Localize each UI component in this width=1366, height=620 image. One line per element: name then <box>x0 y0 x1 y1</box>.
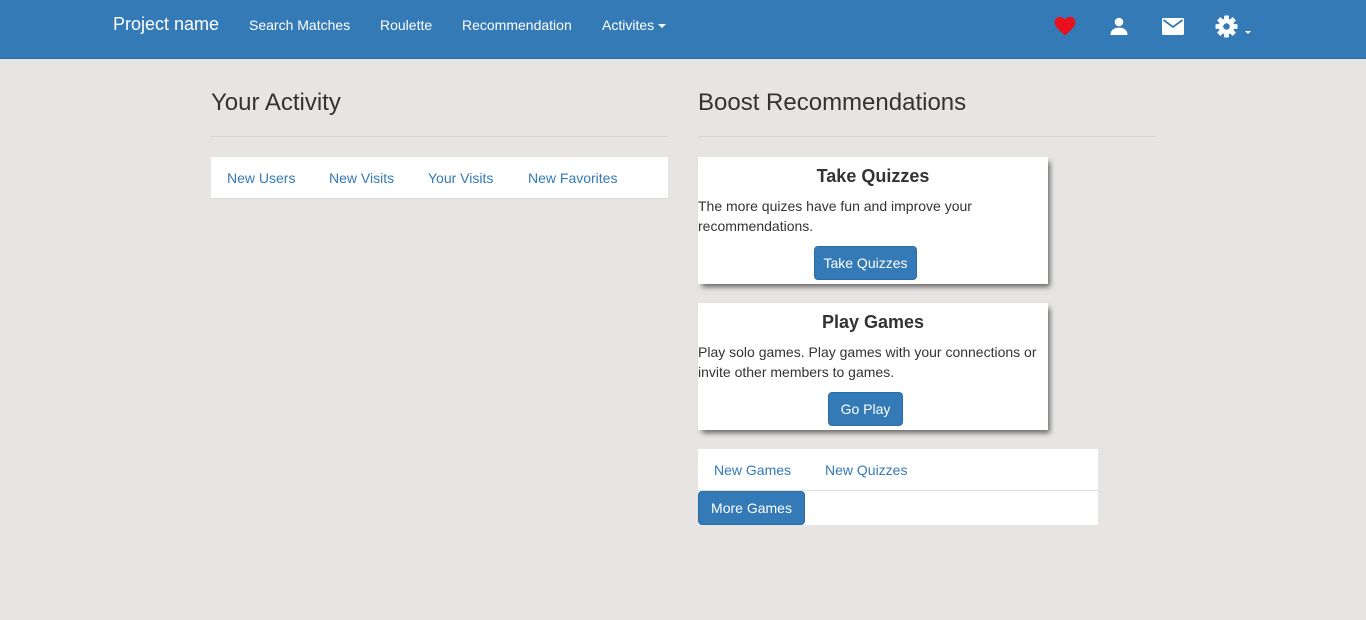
tab-new-visits[interactable]: New Visits <box>329 170 394 186</box>
nav-activites-label: Activites <box>602 17 655 33</box>
play-games-text: Play solo games. Play games with your co… <box>698 344 1037 380</box>
boost-divider <box>698 136 1156 137</box>
your-activity-heading: Your Activity <box>211 89 341 116</box>
play-games-title: Play Games <box>821 312 925 332</box>
nav-activites-dropdown[interactable]: Activites <box>602 17 667 33</box>
take-quizzes-text: The more quizes have fun and improve you… <box>698 198 972 234</box>
activity-divider <box>211 136 668 137</box>
heart-icon[interactable] <box>1054 16 1076 36</box>
tab-new-users[interactable]: New Users <box>227 170 295 186</box>
go-play-button[interactable]: Go Play <box>828 392 903 426</box>
brand-link[interactable]: Project name <box>113 14 219 35</box>
play-games-card: Play Games Play solo games. Play games w… <box>698 303 1048 430</box>
boost-recommendations-heading: Boost Recommendations <box>698 89 967 116</box>
nav-roulette[interactable]: Roulette <box>380 17 432 33</box>
tab-new-favorites[interactable]: New Favorites <box>528 170 617 186</box>
more-games-button[interactable]: More Games <box>698 491 805 525</box>
mail-icon[interactable] <box>1162 18 1184 35</box>
gear-icon[interactable] <box>1215 15 1238 38</box>
caret-down-icon <box>658 24 667 29</box>
take-quizzes-title: Take Quizzes <box>816 166 930 186</box>
user-icon[interactable] <box>1109 16 1129 36</box>
nav-recommendation[interactable]: Recommendation <box>462 17 572 33</box>
games-tabs: New Games New Quizzes <box>698 449 1098 491</box>
tab-new-games[interactable]: New Games <box>714 462 791 478</box>
games-panel: New Games New Quizzes More Games <box>698 449 1098 525</box>
take-quizzes-card: Take Quizzes The more quizes have fun an… <box>698 157 1048 284</box>
activity-tabs: New Users New Visits Your Visits New Fav… <box>211 157 668 199</box>
tab-new-quizzes[interactable]: New Quizzes <box>825 462 907 478</box>
settings-caret-icon <box>1245 31 1251 34</box>
tab-your-visits[interactable]: Your Visits <box>428 170 493 186</box>
take-quizzes-button[interactable]: Take Quizzes <box>814 246 917 280</box>
nav-search-matches[interactable]: Search Matches <box>249 17 350 33</box>
top-navbar: Project name Search Matches Roulette Rec… <box>0 0 1366 59</box>
